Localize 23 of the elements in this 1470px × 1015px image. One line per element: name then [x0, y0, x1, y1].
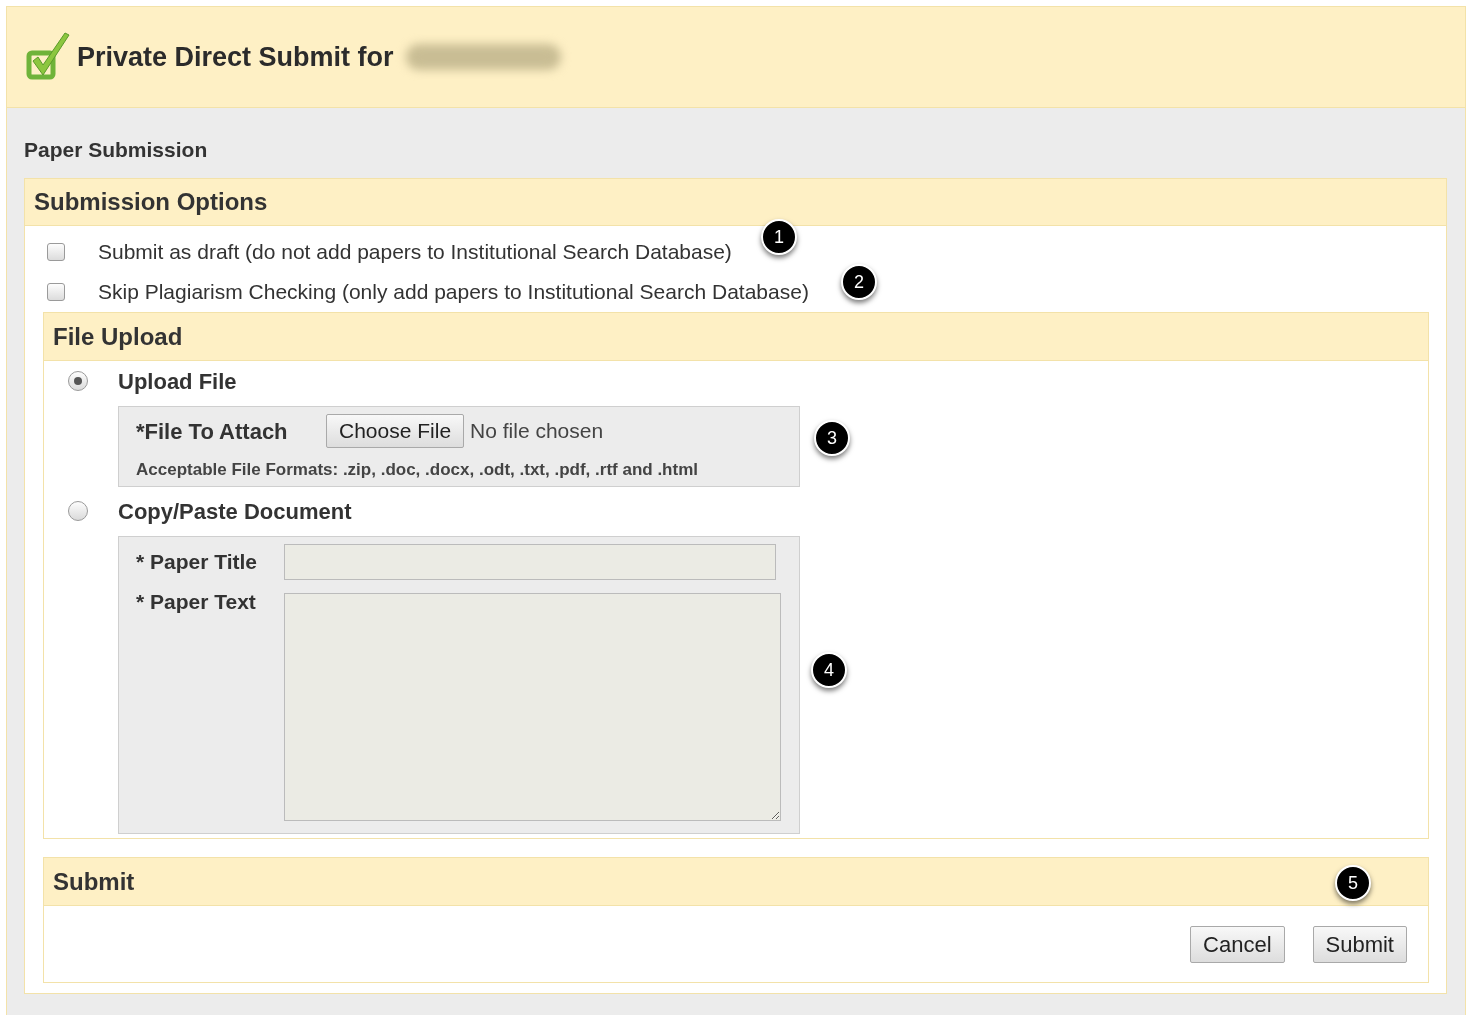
field-label: *File To Attach — [136, 417, 289, 446]
panel-title: Submission Options — [25, 179, 1446, 226]
radio-label: Upload File — [118, 367, 237, 396]
page-title: Private Direct Submit for — [77, 40, 394, 74]
radio-label: Copy/Paste Document — [118, 497, 352, 526]
text-input-field[interactable] — [284, 593, 781, 821]
title-input-field[interactable] — [284, 544, 776, 580]
option-label: Submit as draft (do not add papers to Institutional Search Database) — [98, 239, 732, 266]
field-label: * Paper Title — [136, 549, 258, 575]
checkbox[interactable] — [47, 243, 65, 261]
field-label: * Paper Text — [136, 589, 257, 615]
option-label: Skip Plagiarism Checking (only add papers to Institutional Search Database) — [98, 279, 809, 306]
radio-button[interactable] — [68, 501, 88, 521]
checkmark-icon — [25, 31, 71, 83]
format-note: Acceptable File Formats: .zip, .doc, .docx, .odt, .txt, .pdf, .rtf and .html — [136, 459, 699, 481]
checkbox[interactable] — [47, 283, 65, 301]
choose-file-button[interactable]: Choose File — [326, 414, 465, 448]
radio-button[interactable] — [68, 371, 88, 391]
panel-title: File Upload — [44, 313, 1428, 361]
file-status: No file chosen — [470, 418, 604, 445]
cancel-button[interactable]: Cancel — [1190, 926, 1285, 963]
submit-button[interactable]: Submit — [1312, 926, 1407, 963]
section-heading: Paper Submission — [24, 137, 209, 163]
